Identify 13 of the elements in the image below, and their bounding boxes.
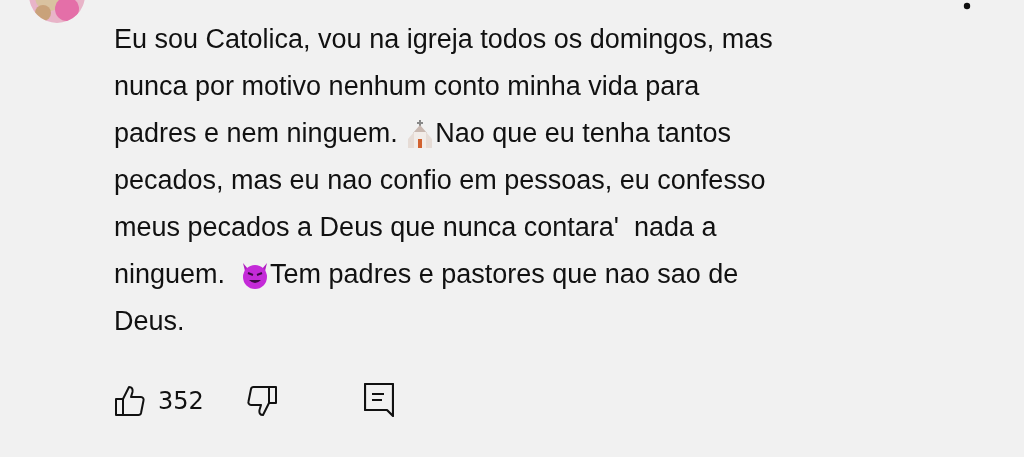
like-count: 352: [158, 386, 204, 417]
comment-text: Tem padres e pastores que nao sao de: [270, 258, 739, 291]
like-icon[interactable]: [114, 385, 146, 417]
comment-text: Eu sou Catolica, vou na igreja todos os domingos, mas: [114, 23, 773, 56]
comment-text: ninguem.: [114, 258, 227, 291]
reply-icon[interactable]: [363, 383, 394, 419]
comment-text: meus pecados a Deus que nunca contara' nada a: [114, 211, 717, 244]
more-options-icon[interactable]: [963, 2, 971, 10]
comment-text: Deus.: [114, 305, 185, 338]
comment-text: pecados, mas eu nao confio em pessoas, eu confesso: [114, 164, 766, 197]
comment-text: padres e nem ninguem.: [114, 117, 399, 150]
comment-text: nunca por motivo nenhum conto minha vida para: [114, 70, 700, 103]
comment-text: Nao que eu tenha tantos: [435, 117, 731, 150]
